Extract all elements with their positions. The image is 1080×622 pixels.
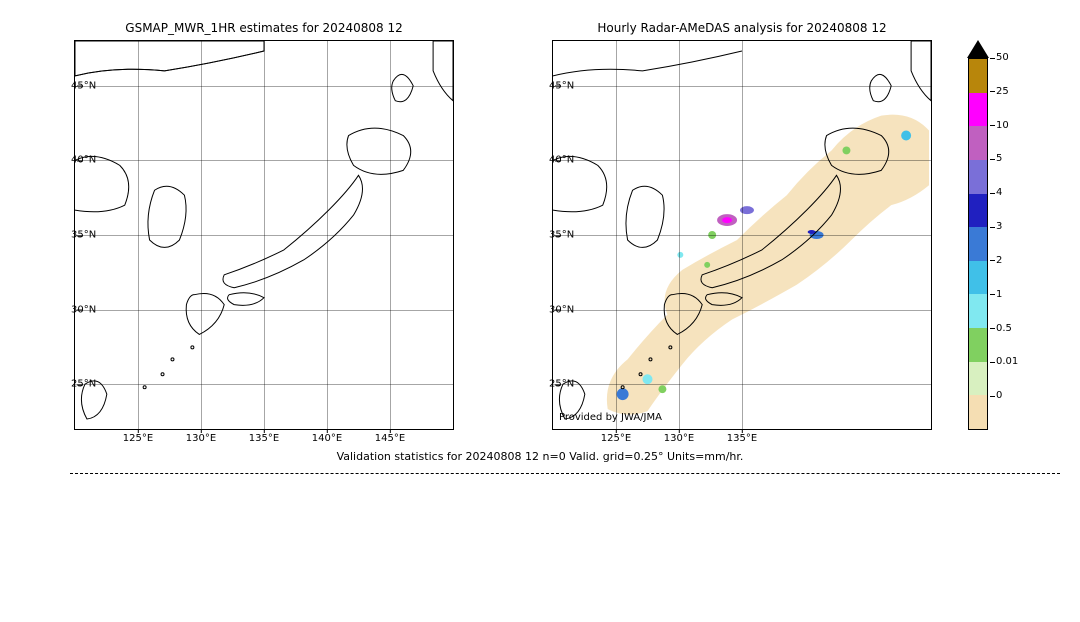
lon-tick: 125°E — [601, 433, 631, 444]
lon-tick: 145°E — [375, 433, 405, 444]
colorbar-tick: 5 — [996, 153, 1002, 164]
colorbar-segment — [969, 126, 987, 160]
lon-tick: 130°E — [186, 433, 216, 444]
lon-tick: 140°E — [312, 433, 342, 444]
colorbar-segment — [969, 93, 987, 127]
lon-tick: 135°E — [249, 433, 279, 444]
lon-tick: 135°E — [727, 433, 757, 444]
footer-caption-text: Validation statistics for 20240808 12 n=… — [331, 450, 750, 463]
colorbar-tick: 0.5 — [996, 323, 1012, 334]
colorbar-tick: 10 — [996, 120, 1009, 131]
lon-tick: 125°E — [123, 433, 153, 444]
colorbar-tick: 0 — [996, 390, 1002, 401]
colorbar-segment — [969, 362, 987, 396]
colorbar-segment — [969, 328, 987, 362]
right-map-panel: Hourly Radar-AMeDAS analysis for 2024080… — [552, 40, 932, 430]
left-map-panel: GSMAP_MWR_1HR estimates for 20240808 12 — [74, 40, 454, 430]
figure: GSMAP_MWR_1HR estimates for 20240808 12 — [0, 10, 1080, 622]
colorbar-tick: 3 — [996, 221, 1002, 232]
lon-tick: 130°E — [664, 433, 694, 444]
colorbar-segment — [969, 395, 987, 429]
colorbar-segment — [969, 261, 987, 295]
colorbar-tick: 4 — [996, 187, 1002, 198]
attribution-text: Provided by JWA/JMA — [559, 412, 662, 423]
colorbar — [968, 58, 988, 430]
right-panel-title: Hourly Radar-AMeDAS analysis for 2024080… — [553, 21, 931, 35]
colorbar-segment — [969, 59, 987, 93]
colorbar-segment — [969, 227, 987, 261]
colorbar-tick: 1 — [996, 289, 1002, 300]
colorbar-segment — [969, 160, 987, 194]
footer-caption: Validation statistics for 20240808 12 n=… — [0, 450, 1080, 463]
left-panel-title: GSMAP_MWR_1HR estimates for 20240808 12 — [75, 21, 453, 35]
colorbar-tick: 0.01 — [996, 356, 1018, 367]
colorbar-tick: 50 — [996, 52, 1009, 63]
colorbar-tick: 2 — [996, 255, 1002, 266]
colorbar-tick: 25 — [996, 86, 1009, 97]
colorbar-segment — [969, 294, 987, 328]
colorbar-over-triangle — [967, 40, 989, 58]
colorbar-segment — [969, 194, 987, 228]
